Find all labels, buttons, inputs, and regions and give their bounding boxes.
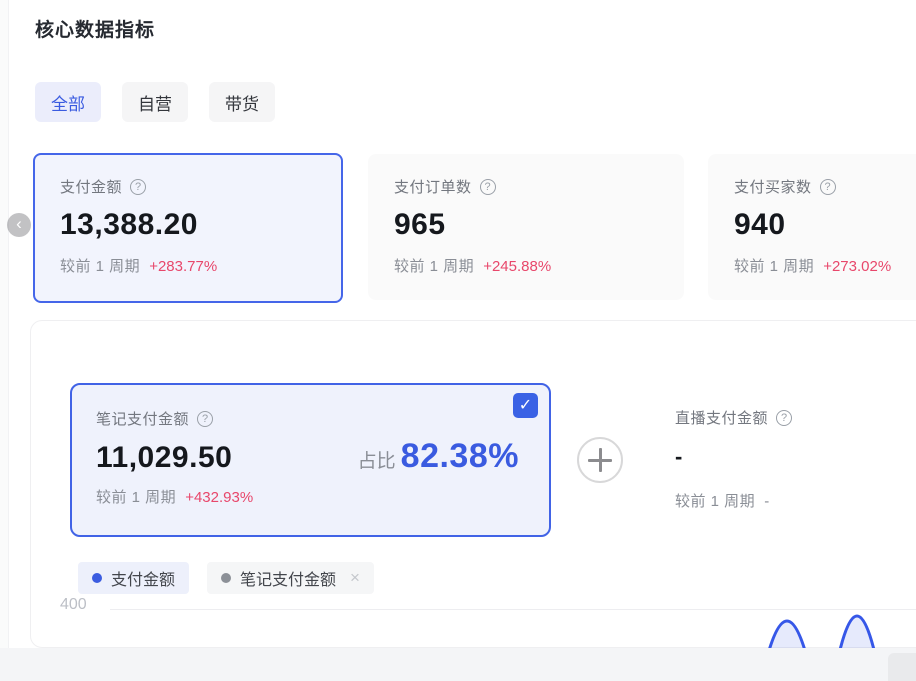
metric-value: 11,029.50 <box>96 441 232 475</box>
legend-item-payment-amount[interactable]: 支付金额 <box>78 562 189 594</box>
compare-period-label: 较前 1 周期 <box>734 255 814 276</box>
tab-self-operated[interactable]: 自营 <box>122 82 188 122</box>
metric-label: 直播支付金额 <box>675 407 768 428</box>
dashboard-page: 核心数据指标 全部 自营 带货 ‹ 支付金额 ? 13,388.20 较前 1 … <box>0 0 916 681</box>
legend-label: 支付金额 <box>111 566 175 590</box>
metric-value: 940 <box>734 208 916 242</box>
question-circle-icon[interactable]: ? <box>197 411 213 427</box>
question-circle-icon[interactable]: ? <box>776 410 792 426</box>
add-metric-button[interactable] <box>577 437 623 483</box>
floating-corner-widget[interactable] <box>888 653 916 681</box>
metric-label: 支付金额 <box>60 176 122 197</box>
page-title: 核心数据指标 <box>35 15 155 42</box>
metric-value: - <box>675 444 910 470</box>
compare-period-label: 较前 1 周期 <box>96 486 176 507</box>
metric-label: 笔记支付金额 <box>96 408 189 429</box>
legend-item-note-payment[interactable]: 笔记支付金额 × <box>207 562 374 594</box>
compare-period-label: 较前 1 周期 <box>394 255 474 276</box>
question-circle-icon[interactable]: ? <box>130 179 146 195</box>
page-bottom-background <box>0 648 916 681</box>
checkbox-checked-icon[interactable]: ✓ <box>513 393 538 418</box>
metric-scope-tabs: 全部 自营 带货 <box>35 82 275 122</box>
metric-label: 支付订单数 <box>394 176 472 197</box>
chevron-left-icon: ‹ <box>16 214 22 233</box>
metric-label: 支付买家数 <box>734 176 812 197</box>
change-percent: +245.88% <box>483 258 551 275</box>
metric-card-payment-buyers[interactable]: 支付买家数 ? 940 较前 1 周期 +273.02% <box>708 154 916 300</box>
metric-value: 965 <box>394 208 658 242</box>
tab-all[interactable]: 全部 <box>35 82 101 122</box>
page-left-edge <box>0 0 9 648</box>
metric-value: 13,388.20 <box>60 208 316 242</box>
sub-metric-card-note-payment[interactable]: ✓ 笔记支付金额 ? 11,029.50 占比 82.38% 较前 1 周期 +… <box>70 383 551 537</box>
chart-legend: 支付金额 笔记支付金额 × <box>78 562 374 594</box>
check-icon: ✓ <box>519 397 532 414</box>
compare-period-label: 较前 1 周期 <box>675 490 755 511</box>
y-axis-tick-400: 400 <box>60 596 87 614</box>
change-percent: - <box>764 493 769 510</box>
sub-metric-card-live-payment[interactable]: 直播支付金额 ? - 较前 1 周期 - <box>675 407 910 511</box>
change-percent: +273.02% <box>823 258 891 275</box>
payment-amount-line-chart[interactable] <box>110 608 916 648</box>
question-circle-icon[interactable]: ? <box>480 179 496 195</box>
carousel-prev-button[interactable]: ‹ <box>7 213 31 237</box>
compare-period-label: 较前 1 周期 <box>60 255 140 276</box>
question-circle-icon[interactable]: ? <box>820 179 836 195</box>
close-icon[interactable]: × <box>350 568 360 588</box>
series-dot-icon <box>221 573 231 583</box>
share-label: 占比 <box>358 446 396 473</box>
series-dot-icon <box>92 573 102 583</box>
tab-affiliate[interactable]: 带货 <box>209 82 275 122</box>
metric-card-payment-orders[interactable]: 支付订单数 ? 965 较前 1 周期 +245.88% <box>368 154 684 300</box>
change-percent: +432.93% <box>185 489 253 506</box>
change-percent: +283.77% <box>149 258 217 275</box>
metric-card-payment-amount[interactable]: 支付金额 ? 13,388.20 较前 1 周期 +283.77% <box>33 153 343 303</box>
plus-icon <box>599 448 602 472</box>
legend-label: 笔记支付金额 <box>240 566 336 590</box>
share-value: 82.38% <box>401 437 519 476</box>
